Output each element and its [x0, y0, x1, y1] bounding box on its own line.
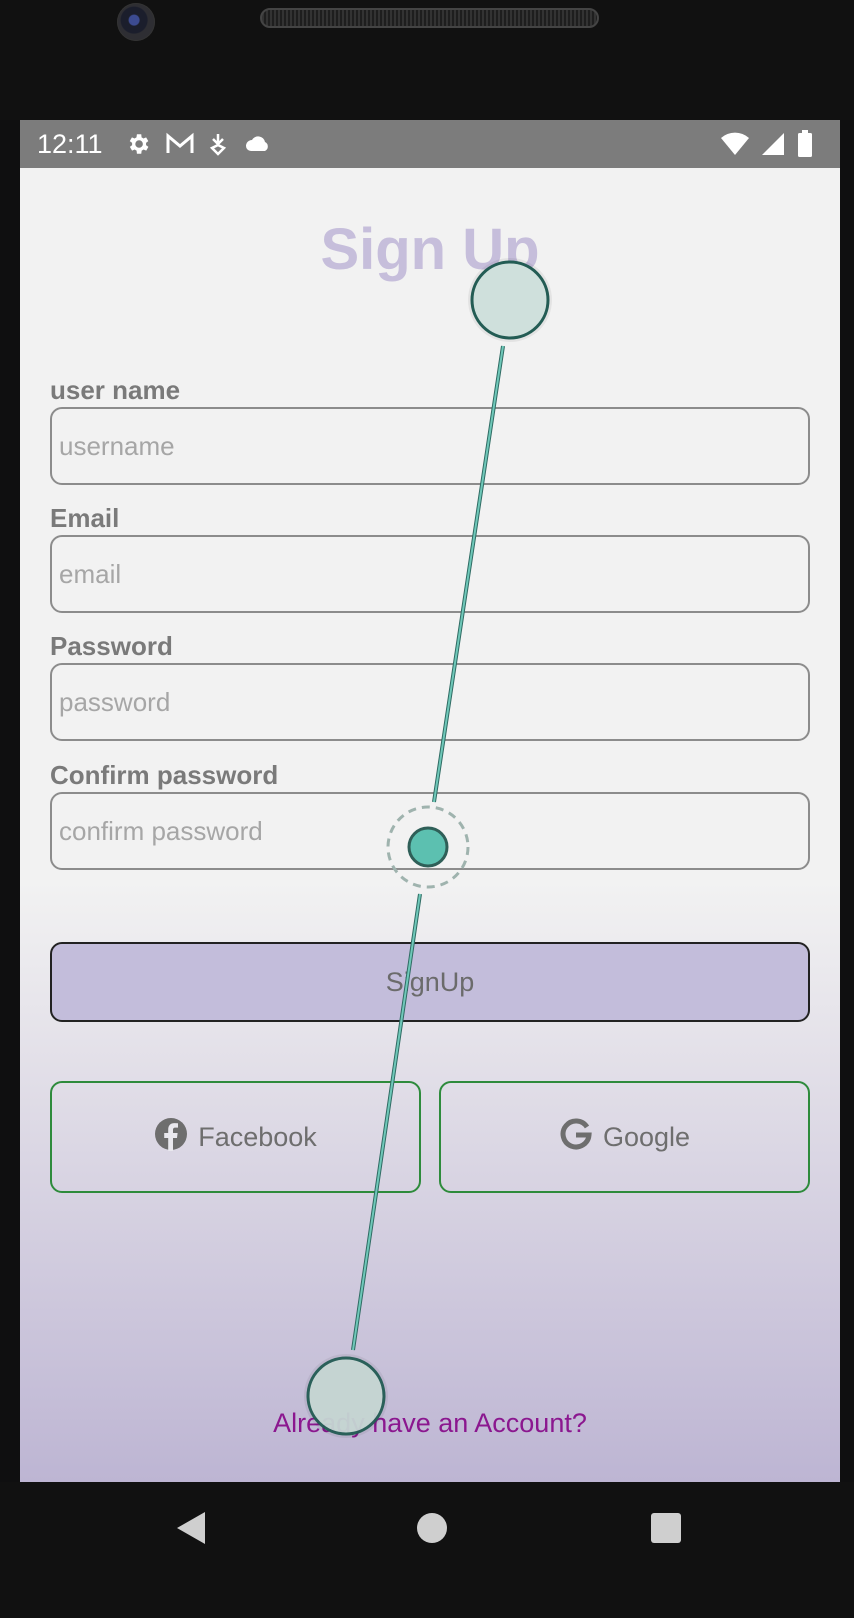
- google-icon: [559, 1117, 593, 1158]
- front-camera: [117, 3, 155, 41]
- status-bar: 12:11: [20, 120, 840, 168]
- confirm-password-input[interactable]: [50, 792, 810, 870]
- cloud-icon: [241, 133, 271, 155]
- status-time: 12:11: [37, 128, 103, 159]
- battery-icon: [796, 130, 814, 162]
- home-icon[interactable]: [412, 1508, 452, 1548]
- gear-icon: [125, 131, 151, 157]
- email-input[interactable]: [50, 535, 810, 613]
- facebook-icon: [154, 1117, 188, 1158]
- password-input[interactable]: [50, 663, 810, 741]
- signup-button[interactable]: SignUp: [50, 942, 810, 1022]
- facebook-button-label: Facebook: [198, 1121, 317, 1152]
- password-label: Password: [50, 631, 173, 661]
- navigation-bar: [0, 1482, 854, 1618]
- back-icon[interactable]: [172, 1508, 212, 1548]
- download-icon: [209, 132, 227, 156]
- username-label: user name: [50, 375, 181, 405]
- wifi-icon: [720, 131, 750, 161]
- page-title: Sign Up: [320, 217, 540, 282]
- recents-icon[interactable]: [646, 1508, 686, 1548]
- gmail-icon: [165, 132, 195, 156]
- signal-icon: [760, 131, 786, 161]
- facebook-button[interactable]: Facebook: [50, 1081, 421, 1193]
- google-button[interactable]: Google: [439, 1081, 810, 1193]
- device-bezel-top: [0, 0, 854, 120]
- confirm-password-label: Confirm password: [50, 760, 279, 790]
- email-label: Email: [50, 503, 120, 533]
- signup-button-label: SignUp: [385, 966, 475, 997]
- app-screen: 12:11 Sign Up user name username Email e…: [20, 120, 840, 1482]
- google-button-label: Google: [602, 1121, 691, 1152]
- username-input[interactable]: [50, 407, 810, 485]
- login-link[interactable]: Already have an Account?: [20, 1408, 840, 1439]
- earpiece-speaker: [260, 8, 599, 28]
